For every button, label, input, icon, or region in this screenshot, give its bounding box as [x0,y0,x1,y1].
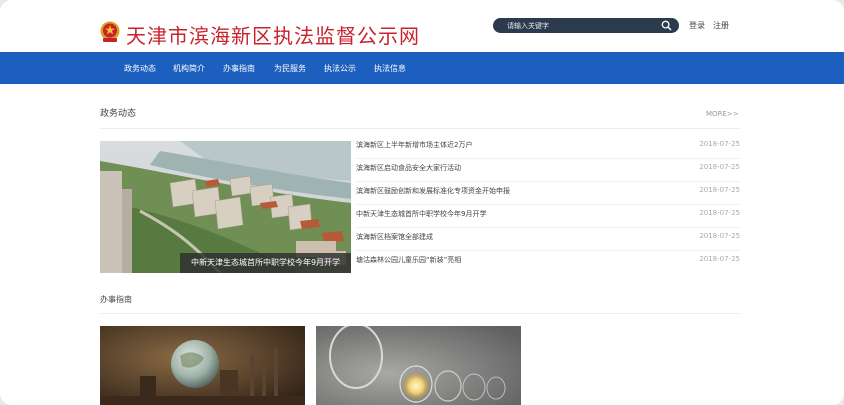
nav-item-enforcement[interactable]: 执法信息 [374,63,406,74]
search-input[interactable] [507,18,647,33]
news-date: 2018-07-25 [699,255,740,263]
featured-news-photo[interactable]: 中新天津生态城首所中职学校今年9月开学 [100,141,351,273]
nav-item-about[interactable]: 机构简介 [173,63,205,74]
news-date: 2018-07-25 [699,186,740,194]
news-date: 2018-07-25 [699,232,740,240]
news-list-item[interactable]: 滨海新区鼓励创新和发展标准化专项资金开始申报 2018-07-25 [356,182,740,205]
news-title[interactable]: 滨海新区鼓励创新和发展标准化专项资金开始申报 [356,186,510,196]
site-header: 天津市滨海新区执法监督公示网 登录 注册 [0,0,844,52]
featured-news-caption[interactable]: 中新天津生态城首所中职学校今年9月开学 [180,253,351,273]
guide-card-globe[interactable] [100,326,305,405]
national-emblem-icon [100,21,120,42]
nav-item-services[interactable]: 为民服务 [274,63,306,74]
section-divider [100,128,740,129]
news-date: 2018-07-25 [699,140,740,148]
news-list-item[interactable]: 塘沽森林公园儿童乐园“新装”亮相 2018-07-25 [356,251,740,274]
nav-item-disclosure[interactable]: 执法公示 [324,63,356,74]
news-list-item[interactable]: 滨海新区启动食品安全大家行活动 2018-07-25 [356,159,740,182]
news-list-item[interactable]: 滨海新区档案馆全部建成 2018-07-25 [356,228,740,251]
site-title[interactable]: 天津市滨海新区执法监督公示网 [126,20,420,49]
search-bar [493,18,679,33]
more-link[interactable]: MORE>> [706,110,739,118]
globe-desk-image [100,326,305,405]
news-list-item[interactable]: 滨海新区上半年新增市场主体近2万户 2018-07-25 [356,136,740,159]
news-title[interactable]: 中新天津生态城首所中职学校今年9月开学 [356,209,486,219]
section-divider [100,313,740,314]
news-date: 2018-07-25 [699,209,740,217]
nav-item-news[interactable]: 政务动态 [124,63,156,74]
news-title[interactable]: 塘沽森林公园儿童乐园“新装”亮相 [356,255,461,265]
news-date: 2018-07-25 [699,163,740,171]
news-title[interactable]: 滨海新区上半年新增市场主体近2万户 [356,140,472,150]
nav-item-guide[interactable]: 办事指南 [223,63,255,74]
news-title[interactable]: 滨海新区启动食品安全大家行活动 [356,163,461,173]
guide-card-bulbs[interactable] [316,326,521,405]
light-bulbs-image [316,326,521,405]
news-title[interactable]: 滨海新区档案馆全部建成 [356,232,433,242]
main-nav: 政务动态 机构简介 办事指南 为民服务 执法公示 执法信息 [0,52,844,84]
news-section-title: 政务动态 [100,109,137,119]
guide-section-title: 办事指南 [100,295,132,304]
register-link[interactable]: 注册 [713,20,729,31]
search-icon[interactable] [661,20,672,31]
page-frame: 天津市滨海新区执法监督公示网 登录 注册 政务动态 机构简介 办事指南 为民服务… [0,0,844,405]
news-list-item[interactable]: 中新天津生态城首所中职学校今年9月开学 2018-07-25 [356,205,740,228]
login-link[interactable]: 登录 [689,20,705,31]
